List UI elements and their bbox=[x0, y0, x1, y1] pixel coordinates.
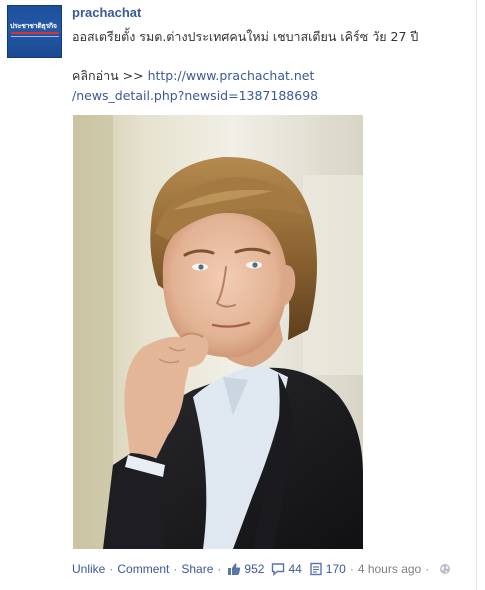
separator-dot: · bbox=[217, 562, 222, 576]
shares-count[interactable]: 170 bbox=[309, 562, 346, 576]
post-author-link[interactable]: prachachat bbox=[72, 5, 141, 20]
share-link[interactable]: Share bbox=[181, 562, 213, 576]
globe-icon bbox=[440, 564, 451, 574]
feed-post: ประชาชาติธุรกิจ prachachat ออสเตรียตั้ง … bbox=[0, 0, 485, 590]
document-icon bbox=[310, 562, 322, 576]
separator-dot: · bbox=[425, 562, 430, 576]
likes-count-label: 952 bbox=[244, 562, 265, 576]
news-link-line2[interactable]: /news_detail.php?newsid=1387188698 bbox=[72, 88, 318, 103]
privacy-globe[interactable] bbox=[439, 563, 451, 575]
comments-count-label: 44 bbox=[288, 562, 302, 576]
post-link-block: คลิกอ่าน >> http://www.prachachat.net /n… bbox=[72, 66, 472, 106]
column-divider bbox=[476, 0, 477, 590]
unlike-link[interactable]: Unlike bbox=[72, 562, 105, 576]
speech-bubble-icon bbox=[272, 563, 285, 576]
shares-count-label: 170 bbox=[325, 562, 346, 576]
avatar-logo-text: ประชาชาติธุรกิจ bbox=[10, 22, 57, 30]
thumbs-up-icon bbox=[228, 563, 241, 575]
post-message: ออสเตรียตั้ง รมต.ต่างประเทศคนใหม่ เชบาสเ… bbox=[72, 29, 419, 44]
likes-count[interactable]: 952 bbox=[227, 562, 264, 576]
separator-dot: · bbox=[173, 562, 178, 576]
avatar-logo-bar bbox=[11, 32, 59, 34]
comment-link[interactable]: Comment bbox=[117, 562, 169, 576]
comments-count[interactable]: 44 bbox=[271, 562, 302, 576]
avatar-logo-underline bbox=[11, 36, 59, 37]
page-avatar[interactable]: ประชาชาติธุรกิจ bbox=[7, 5, 62, 58]
post-action-bar: Unlike · Comment · Share · 952 44 170 · … bbox=[72, 560, 451, 578]
photo-illustration bbox=[73, 115, 363, 549]
post-photo[interactable] bbox=[73, 115, 363, 549]
separator-dot: · bbox=[109, 562, 114, 576]
separator-dot: · bbox=[349, 562, 354, 576]
news-link-line1[interactable]: http://www.prachachat.net bbox=[148, 68, 315, 83]
link-prefix: คลิกอ่าน >> bbox=[72, 68, 148, 83]
post-timestamp[interactable]: 4 hours ago bbox=[358, 562, 421, 576]
